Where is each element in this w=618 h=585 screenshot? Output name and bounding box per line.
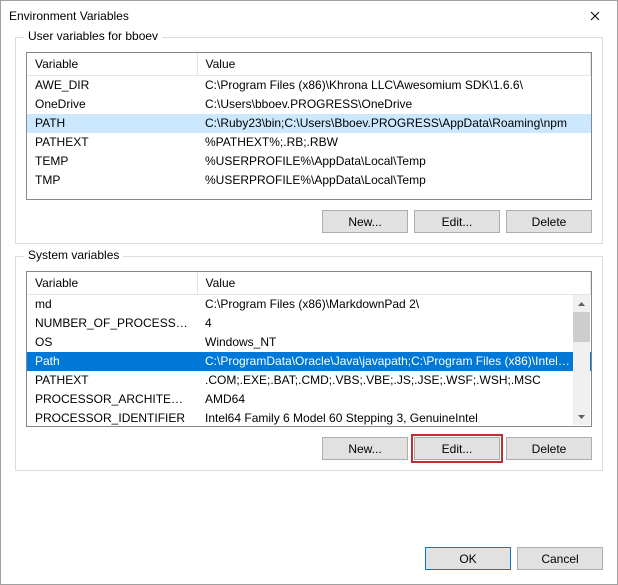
titlebar: Environment Variables bbox=[1, 1, 617, 31]
user-col-value[interactable]: Value bbox=[197, 53, 591, 76]
scroll-down-button[interactable] bbox=[573, 408, 590, 425]
user-variables-table: Variable Value AWE_DIRC:\Program Files (… bbox=[27, 53, 591, 190]
table-row[interactable]: PROCESSOR_ARCHITECTUREAMD64 bbox=[27, 390, 591, 409]
user-buttons: New... Edit... Delete bbox=[26, 210, 592, 233]
system-edit-button[interactable]: Edit... bbox=[414, 437, 500, 460]
dialog-footer: OK Cancel bbox=[1, 539, 617, 584]
system-variables-list[interactable]: Variable Value mdC:\Program Files (x86)\… bbox=[26, 271, 592, 427]
table-row[interactable]: OneDriveC:\Users\bboev.PROGRESS\OneDrive bbox=[27, 95, 591, 114]
table-row[interactable]: OSWindows_NT bbox=[27, 333, 591, 352]
table-row[interactable]: PATHC:\Ruby23\bin;C:\Users\Bboev.PROGRES… bbox=[27, 114, 591, 133]
system-buttons: New... Edit... Delete bbox=[26, 437, 592, 460]
scroll-up-button[interactable] bbox=[573, 295, 590, 312]
user-delete-button[interactable]: Delete bbox=[506, 210, 592, 233]
table-row[interactable]: PROCESSOR_IDENTIFIERIntel64 Family 6 Mod… bbox=[27, 409, 591, 428]
table-row[interactable]: AWE_DIRC:\Program Files (x86)\Khrona LLC… bbox=[27, 76, 591, 95]
window-title: Environment Variables bbox=[9, 9, 572, 23]
table-row[interactable]: PathC:\ProgramData\Oracle\Java\javapath;… bbox=[27, 352, 591, 371]
user-col-variable[interactable]: Variable bbox=[27, 53, 197, 76]
dialog-body: User variables for bboev Variable Value … bbox=[1, 31, 617, 539]
cancel-button[interactable]: Cancel bbox=[517, 547, 603, 570]
user-variables-legend: User variables for bboev bbox=[24, 29, 162, 43]
close-button[interactable] bbox=[572, 1, 617, 31]
table-row[interactable]: mdC:\Program Files (x86)\MarkdownPad 2\ bbox=[27, 295, 591, 314]
chevron-down-icon bbox=[578, 415, 585, 419]
table-row[interactable]: TMP%USERPROFILE%\AppData\Local\Temp bbox=[27, 171, 591, 190]
user-variables-group: User variables for bboev Variable Value … bbox=[15, 37, 603, 244]
scroll-track[interactable] bbox=[573, 312, 590, 408]
system-delete-button[interactable]: Delete bbox=[506, 437, 592, 460]
user-variables-list[interactable]: Variable Value AWE_DIRC:\Program Files (… bbox=[26, 52, 592, 200]
table-row[interactable]: PATHEXT%PATHEXT%;.RB;.RBW bbox=[27, 133, 591, 152]
chevron-up-icon bbox=[578, 302, 585, 306]
table-row[interactable]: NUMBER_OF_PROCESSORS4 bbox=[27, 314, 591, 333]
table-row[interactable]: TEMP%USERPROFILE%\AppData\Local\Temp bbox=[27, 152, 591, 171]
close-icon bbox=[590, 11, 600, 21]
user-new-button[interactable]: New... bbox=[322, 210, 408, 233]
env-vars-dialog: Environment Variables User variables for… bbox=[0, 0, 618, 585]
system-variables-table: Variable Value mdC:\Program Files (x86)\… bbox=[27, 272, 591, 428]
system-new-button[interactable]: New... bbox=[322, 437, 408, 460]
system-col-variable[interactable]: Variable bbox=[27, 272, 197, 295]
system-variables-legend: System variables bbox=[24, 248, 123, 262]
scroll-thumb[interactable] bbox=[573, 312, 590, 342]
system-variables-group: System variables Variable Value mdC:\Pro… bbox=[15, 256, 603, 471]
system-col-value[interactable]: Value bbox=[197, 272, 591, 295]
table-row[interactable]: PATHEXT.COM;.EXE;.BAT;.CMD;.VBS;.VBE;.JS… bbox=[27, 371, 591, 390]
user-edit-button[interactable]: Edit... bbox=[414, 210, 500, 233]
ok-button[interactable]: OK bbox=[425, 547, 511, 570]
system-scrollbar[interactable] bbox=[573, 295, 590, 425]
